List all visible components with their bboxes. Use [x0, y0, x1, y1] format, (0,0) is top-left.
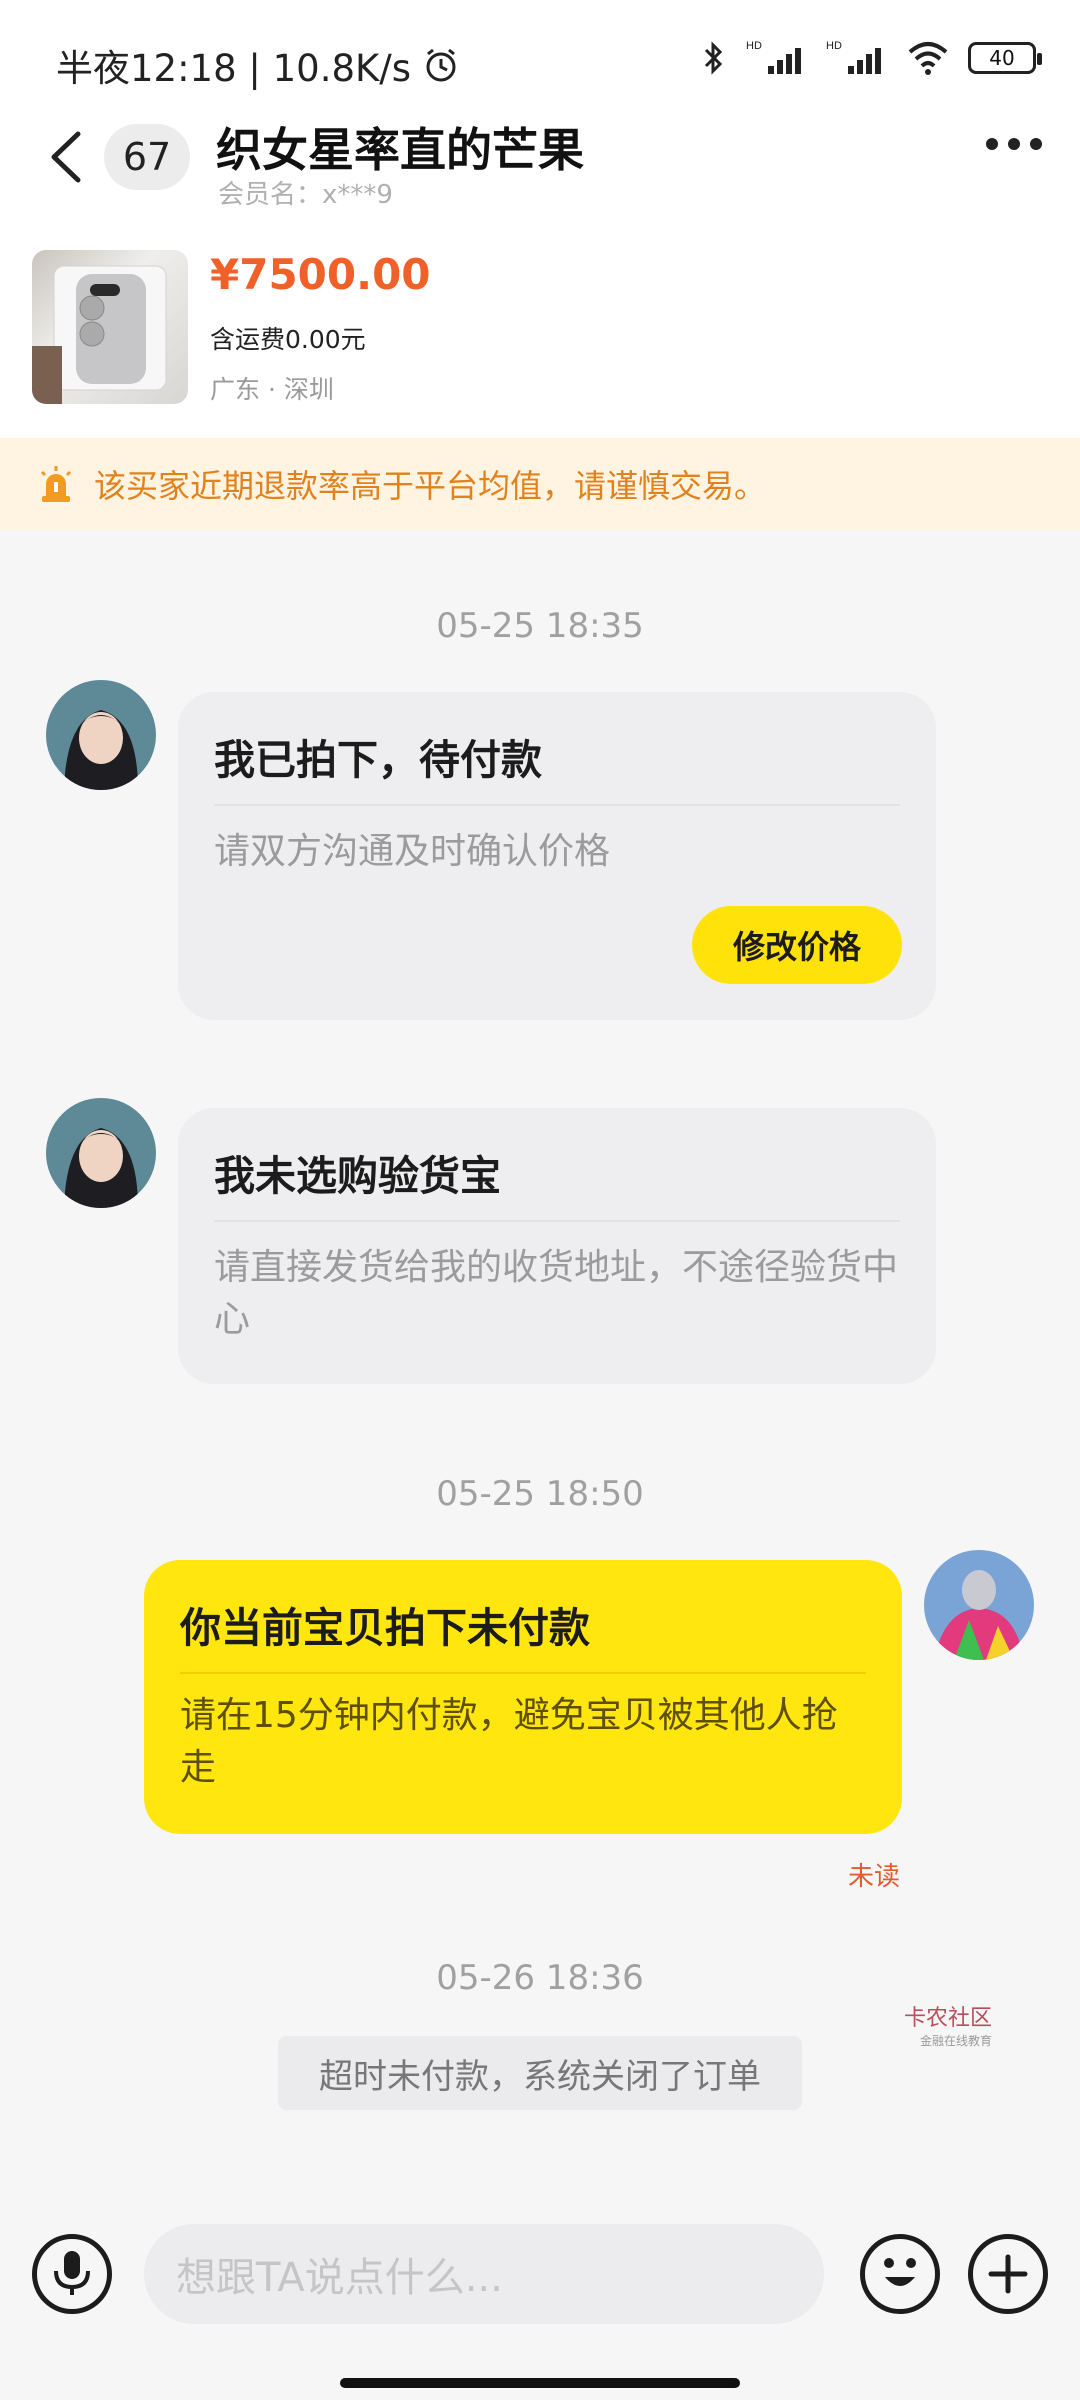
no-inspection-card[interactable]: 我未选购验货宝 请直接发货给我的收货地址，不途径验货中心 — [178, 1108, 936, 1384]
message-input[interactable]: 想跟TA说点什么... — [144, 2224, 824, 2324]
battery-icon: 40 — [968, 42, 1042, 74]
timestamp: 05-26 18:36 — [436, 1958, 644, 1998]
dot-icon — [1030, 138, 1042, 150]
chat-header: 67 织女星率直的芒果 会员名：x***9 — [0, 100, 1080, 220]
card-title: 我未选购验货宝 — [214, 1152, 501, 1200]
buyer-avatar[interactable] — [46, 1098, 156, 1208]
order-placed-card[interactable]: 我已拍下，待付款 请双方沟通及时确认价格 修改价格 — [178, 692, 936, 1020]
status-left: 半夜12:18 | 10.8K/s — [56, 38, 461, 92]
back-button[interactable] — [40, 122, 90, 192]
card-title: 你当前宝贝拍下未付款 — [180, 1604, 590, 1652]
signal-icon-2: HD — [826, 40, 881, 74]
watermark-subtext: 金融在线教育 — [920, 2034, 993, 2048]
chevron-left-icon — [51, 131, 81, 183]
timestamp: 05-25 18:35 — [436, 606, 644, 646]
watermark-text: 卡农社区 — [904, 2006, 993, 2031]
status-icons: HD HD 40 — [698, 38, 1042, 78]
dot-icon — [1008, 138, 1020, 150]
svg-text:HD: HD — [826, 40, 842, 52]
card-divider — [180, 1672, 866, 1674]
message-input-placeholder: 想跟TA说点什么... — [176, 2255, 503, 2301]
dot-icon — [986, 138, 998, 150]
emoji-button[interactable] — [860, 2234, 940, 2314]
wifi-icon — [908, 42, 948, 75]
add-attachment-button[interactable] — [968, 2234, 1048, 2314]
card-title: 我已拍下，待付款 — [214, 736, 542, 784]
seller-avatar-image — [924, 1550, 1034, 1660]
bluetooth-icon — [704, 41, 723, 75]
more-options-button[interactable] — [986, 138, 1042, 150]
phone-box-image — [32, 265, 167, 404]
emoji-icon — [884, 2258, 916, 2286]
battery-level: 40 — [989, 46, 1015, 70]
voice-input-button[interactable] — [32, 2234, 112, 2314]
microphone-icon — [54, 2251, 90, 2295]
signal-icon: HD — [746, 40, 801, 74]
product-thumbnail[interactable] — [32, 250, 188, 404]
timestamp: 05-25 18:50 — [436, 1474, 644, 1514]
alarm-icon — [426, 48, 456, 82]
unread-count-badge: 67 — [104, 124, 190, 190]
message-composer: 想跟TA说点什么... — [0, 2208, 1080, 2400]
card-body: 请双方沟通及时确认价格 — [214, 831, 611, 872]
warning-text: 该买家近期退款率高于平台均值，请谨慎交易。 — [94, 467, 767, 505]
risk-warning-banner: 该买家近期退款率高于平台均值，请谨慎交易。 — [0, 438, 1080, 530]
modify-price-button[interactable]: 修改价格 — [692, 906, 902, 984]
card-divider — [214, 1220, 900, 1222]
product-location: 广东 · 深圳 — [210, 375, 334, 404]
seller-avatar[interactable] — [924, 1550, 1034, 1660]
card-body: 请直接发货给我的收货地址，不途径验货中心 — [214, 1247, 899, 1340]
buyer-avatar[interactable] — [46, 680, 156, 790]
card-divider — [214, 804, 900, 806]
product-card[interactable]: ¥7500.00 含运费0.00元 广东 · 深圳 — [0, 220, 1080, 438]
watermark-logo: 卡农社区 金融在线教育 — [904, 2000, 992, 2049]
status-time: 半夜12:18 | 10.8K/s — [56, 47, 412, 90]
unpaid-reminder-card[interactable]: 你当前宝贝拍下未付款 请在15分钟内付款，避免宝贝被其他人抢走 — [144, 1560, 902, 1834]
shipping-fee: 含运费0.00元 — [210, 325, 366, 354]
member-id: 会员名：x***9 — [218, 180, 393, 210]
system-notice: 超时未付款，系统关闭了订单 — [278, 2036, 802, 2110]
card-body: 请在15分钟内付款，避免宝贝被其他人抢走 — [180, 1695, 838, 1788]
buyer-avatar-image — [46, 1098, 156, 1208]
alarm-light-icon — [40, 466, 72, 502]
plus-icon — [988, 2254, 1028, 2294]
svg-text:HD: HD — [746, 40, 762, 52]
buyer-avatar-image — [46, 680, 156, 790]
unread-status: 未读 — [847, 1862, 900, 1892]
home-indicator[interactable] — [340, 2378, 740, 2388]
contact-name: 织女星率直的芒果 — [216, 123, 584, 177]
product-price: ¥7500.00 — [210, 250, 431, 299]
